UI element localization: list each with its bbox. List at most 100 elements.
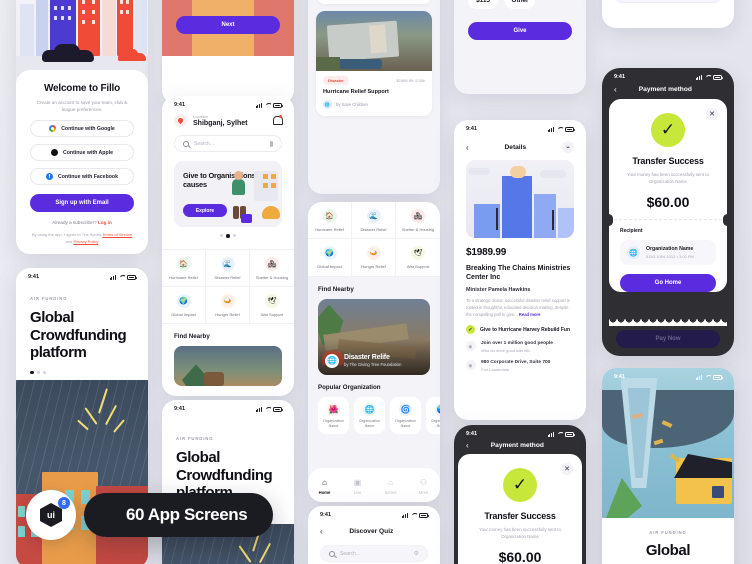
give-button[interactable]: Give [468,22,572,40]
success-subtitle: Your money has been successfully sent to… [479,527,561,540]
filter-icon[interactable]: ⚙ [414,550,419,557]
category-grid: 🏠 Hurricane Relief 🌊 Disaster Relief 🏘 S… [162,248,294,325]
ui8-badge-number: 8 [58,497,70,509]
signal-icon [547,431,554,437]
series-icon: ⌂ [388,478,393,487]
tab-more[interactable]: ⚇ More [407,479,440,496]
share-icon[interactable]: ⌁ [562,141,574,153]
lightning-icon [77,388,130,448]
pay-now-button[interactable]: Pay Now [616,330,720,348]
tab-live[interactable]: ▣ Live [341,479,374,496]
screen-welcome: Welcome to Fillo Create an account to sa… [16,0,148,254]
close-icon[interactable]: ✕ [561,463,573,475]
featured-nearby-card[interactable]: 🌐 Disaster Relife by The Giving Tree Fou… [318,298,430,375]
category-war-support[interactable]: 🕊 War Support [396,239,440,277]
featured-avatar: 🌐 [325,353,339,368]
signal-icon [695,74,702,80]
list-sub: Who do more good with fillo [481,348,531,354]
recipient-avatar: 🌐 [627,246,640,260]
terms-of-service-link[interactable]: Terms of Service [102,232,132,237]
nav-bar: ‹ Discover Quiz [308,520,440,536]
category-shelter-housing[interactable]: 🏘 Shelter & Housing [250,250,294,287]
privacy-policy-link[interactable]: Privacy Policy [73,239,98,244]
login-link[interactable]: Log in [98,220,112,225]
organization-item[interactable]: 🌺 Organization Name [318,396,349,435]
notification-bell-icon[interactable] [272,115,283,126]
scallop-edge [609,319,727,326]
organization-item[interactable]: 🌐 Organization Name [354,396,385,435]
ui8-logo: ui 8 [26,490,76,540]
location-row[interactable]: Location Shibganj, Sylhet [162,110,294,127]
sso-label: Continue with Google [61,125,115,132]
disaster-relief-icon: 🌊 [220,256,235,271]
continue-with-google-button[interactable]: Continue with Google [30,120,134,138]
success-amount: $60.00 [646,194,690,211]
category-shelter-housing[interactable]: 🏘 Shelter & Housing [396,202,440,240]
nav-bar: ‹ Payment method [454,439,586,450]
wifi-icon [557,127,563,132]
screen-discover-quiz: 9:41 ‹ Discover Quiz Search... ⚙ [308,506,440,564]
read-more-link[interactable]: Read more [519,312,541,317]
amount-option-other[interactable]: Other [505,0,535,9]
search-icon [329,550,335,557]
organization-item[interactable]: 🌎 Organization Name [426,396,440,435]
category-disaster-relief[interactable]: 🌊 Disaster Relief [352,202,396,240]
status-bar: 9:41 [602,368,734,382]
category-global-impact[interactable]: 🌍 Global Impact [308,239,352,277]
close-icon[interactable]: ✕ [706,108,718,120]
amount-option[interactable]: $115 [468,0,498,9]
find-nearby-heading: Find Nearby [318,285,354,293]
success-check-icon: ✓ [651,113,685,147]
signal-icon [255,406,262,412]
apply-with-profile-button[interactable]: 👤 Apply with Profile [614,0,722,3]
hurricane-relief-icon: 🏠 [176,256,191,271]
search-input[interactable]: Search... ⚙ [320,545,428,562]
popular-organization-heading: Popular Organization [318,383,381,391]
tab-home[interactable]: ⌂ Home [308,479,341,496]
category-hunger-relief[interactable]: 🍛 Hunger Relief [206,286,250,325]
promo-banner[interactable]: Give to Organisations & causes Explore [174,161,282,227]
donation-card[interactable]: Disaster $1989.992.00k Hurricane Relief … [316,11,432,116]
category-disaster-relief[interactable]: 🌊 Disaster Relief [206,249,250,287]
battery-icon [713,374,723,380]
category-hunger-relief[interactable]: 🍛 Hunger Relief [352,239,396,277]
donation-card[interactable]: Disaster $1989.992.00k Hurricane Relief … [316,0,432,4]
battery-icon [713,74,723,80]
nearby-image[interactable] [174,346,282,387]
success-modal: ✕ ✓ Transfer Success Your money has been… [458,454,582,564]
sso-label: Continue with Apple [63,149,113,156]
category-hurricane-relief[interactable]: 🏠 Hurricane Relief [308,202,352,240]
status-icons [695,374,723,380]
category-label: War Support [406,264,430,270]
mic-icon[interactable] [269,140,273,147]
promo-dots[interactable] [162,234,294,238]
next-button[interactable]: Next [176,16,280,34]
facebook-icon: f [46,173,54,181]
continue-with-facebook-button[interactable]: f Continue with Facebook [30,168,134,186]
category-war-support[interactable]: 🕊 War Support [250,287,294,325]
go-home-button[interactable]: Go Home [620,274,716,293]
terms-prefix: By using the app, I agree to The Sports [31,232,102,238]
status-bar: 9:41 [454,425,586,439]
carousel-dots[interactable] [30,370,134,375]
organization-label: Organization Name [359,418,380,428]
success-title: Transfer Success [484,511,556,521]
page-title: Payment method [490,442,544,449]
global-impact-icon: 🌍 [176,293,191,308]
status-bar: 9:41 [308,506,440,520]
success-title: Transfer Success [632,156,704,166]
tab-series[interactable]: ⌂ Series [374,478,407,496]
tab-label: Series [384,490,397,495]
category-hurricane-relief[interactable]: 🏠 Hurricane Relief [162,249,206,287]
check-label: Give to Hurricane Harvey Rebuild Fun [480,326,571,333]
category-global-impact[interactable]: 🌍 Global Impact [162,286,206,325]
status-bar: 9:41 [454,120,586,134]
status-time: 9:41 [466,126,478,132]
recipient-meta: 5150-1094-1012 • 3:02 PM [646,254,694,260]
search-placeholder: Search... [194,140,215,147]
organization-item[interactable]: 🌀 Organization Name [390,396,421,435]
signup-email-button[interactable]: Sign up with Email [30,194,134,213]
war-support-icon: 🕊 [265,293,279,308]
continue-with-apple-button[interactable]: Continue with Apple [30,144,134,162]
search-input[interactable]: Search... [174,135,282,152]
